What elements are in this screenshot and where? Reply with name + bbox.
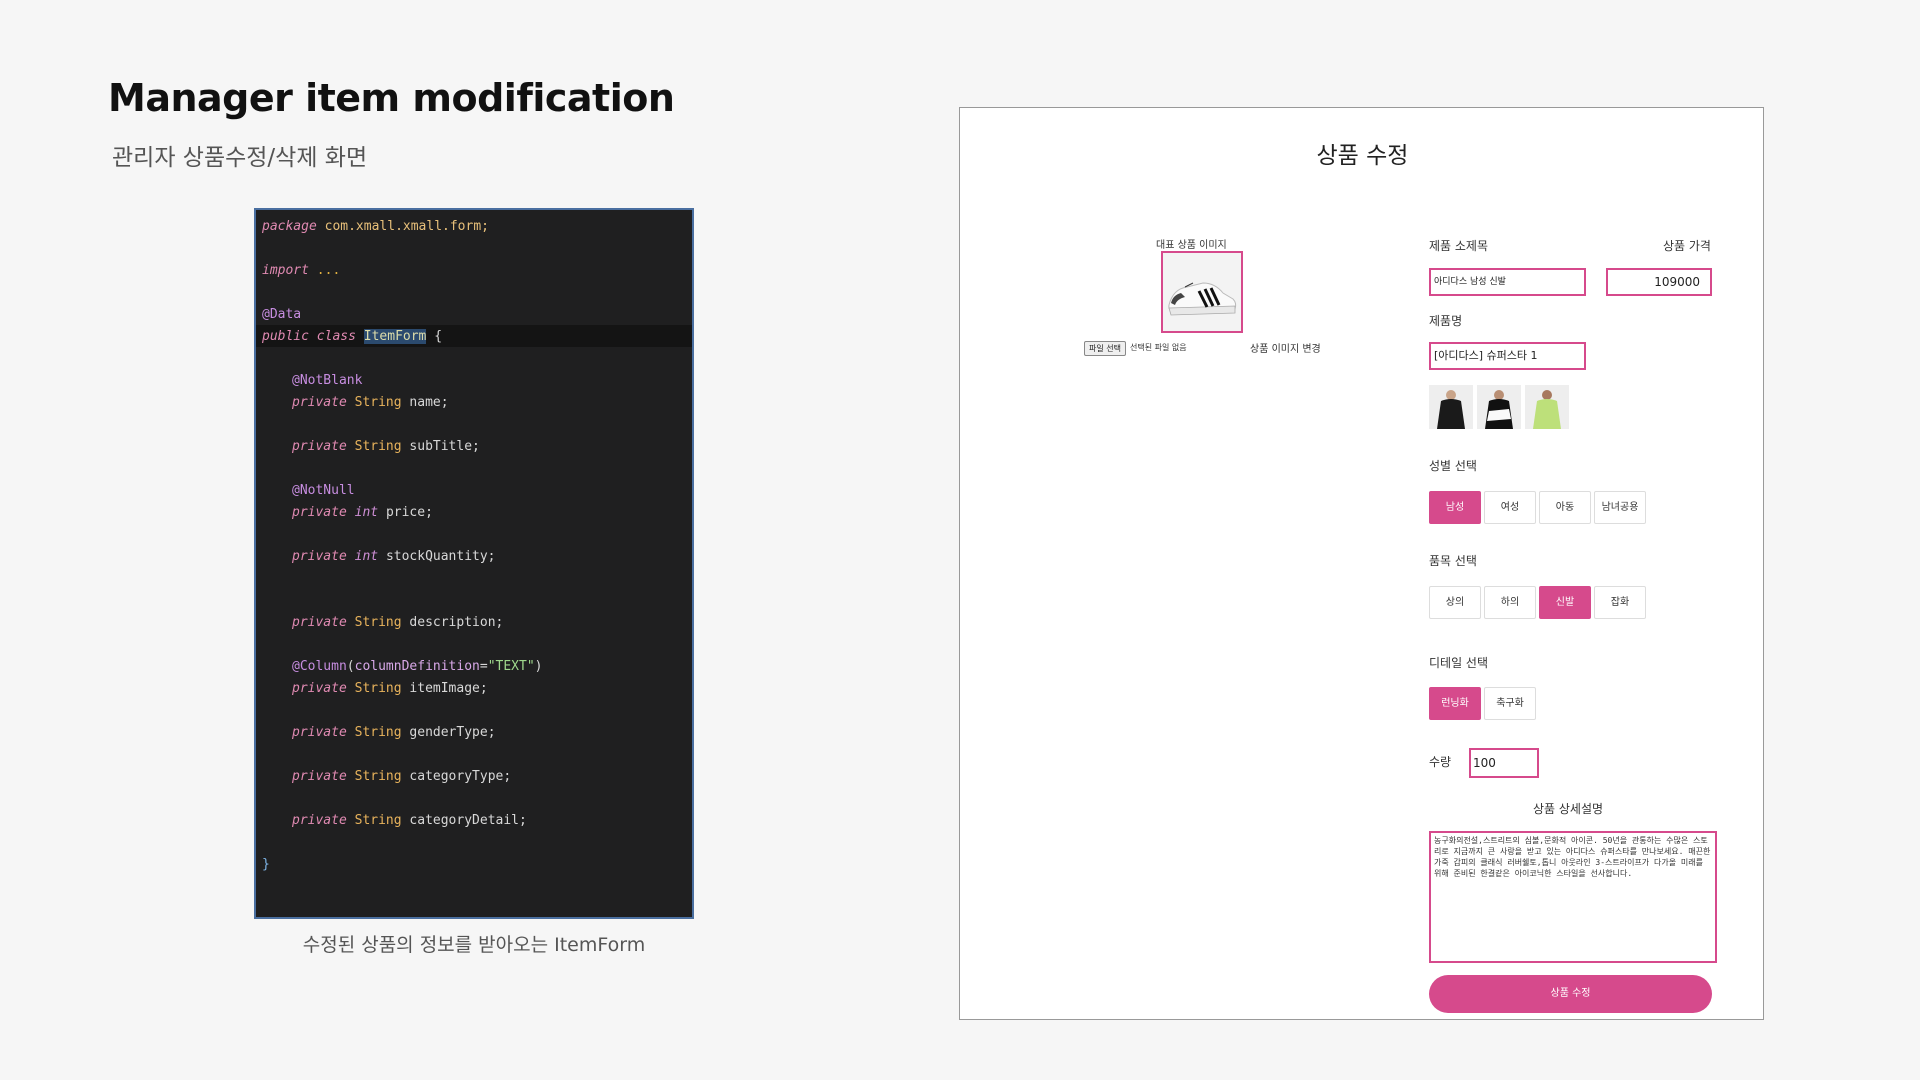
category-option-accessories[interactable]: 잡화: [1594, 586, 1646, 619]
file-status-text: 선택된 파일 없음: [1130, 343, 1187, 352]
change-image-label: 상품 이미지 변경: [1250, 344, 1321, 355]
code-line-import: import ...: [262, 263, 341, 278]
subtitle-input[interactable]: 아디다스 남성 신발: [1429, 268, 1586, 296]
quantity-label: 수량: [1429, 755, 1452, 769]
detail-option-soccer[interactable]: 축구화: [1484, 687, 1536, 720]
category-option-tops[interactable]: 상의: [1429, 586, 1481, 619]
code-line-field-subtitle: private String subTitle;: [292, 439, 480, 454]
category-option-bottoms[interactable]: 하의: [1484, 586, 1536, 619]
code-line-close-brace: }: [262, 857, 270, 872]
description-textarea[interactable]: 농구화의전설,스트리트의 심볼,문화적 아이콘. 50년을 관통하는 수많은 스…: [1429, 831, 1717, 963]
code-line-column-annotation: @Column(columnDefinition="TEXT"): [292, 659, 543, 674]
black-jacket-image: [1429, 385, 1473, 429]
code-line-field-itemimage: private String itemImage;: [292, 681, 488, 696]
code-line-field-detail: private String categoryDetail;: [292, 813, 527, 828]
code-line-field-description: private String description;: [292, 615, 504, 630]
code-line-field-category: private String categoryType;: [292, 769, 512, 784]
detail-option-running[interactable]: 런닝화: [1429, 687, 1481, 720]
subtitle-label: 제품 소제목: [1429, 239, 1489, 253]
item-edit-form-panel: 상품 수정 대표 상품 이미지 파일 선택 선택된 파일 없음 상품 이미지 변…: [959, 107, 1764, 1020]
code-editor-panel: package com.xmall.xmall.form; import ...…: [254, 208, 694, 919]
description-label: 상품 상세설명: [1533, 802, 1604, 816]
code-line-field-price: private int price;: [292, 505, 433, 520]
gender-option-unisex[interactable]: 남녀공용: [1594, 491, 1646, 524]
code-line-field-gender: private String genderType;: [292, 725, 496, 740]
green-jacket-image: [1525, 385, 1569, 429]
gender-option-kids[interactable]: 아동: [1539, 491, 1591, 524]
thumbnail-2[interactable]: [1477, 385, 1521, 429]
slide-subtitle: 관리자 상품수정/삭제 화면: [112, 145, 368, 171]
code-line-notblank: @NotBlank: [292, 373, 363, 388]
form-title: 상품 수정: [1316, 143, 1409, 169]
thumbnail-3[interactable]: [1525, 385, 1569, 429]
category-label: 품목 선택: [1429, 554, 1477, 568]
code-caption: 수정된 상품의 정보를 받아오는 ItemForm: [302, 934, 646, 956]
quantity-input[interactable]: 100: [1469, 748, 1539, 778]
slide-title: Manager item modification: [108, 76, 675, 120]
code-line-field-name: private String name;: [292, 395, 449, 410]
code-line-class-decl: public class ItemForm {: [262, 329, 443, 344]
name-label: 제품명: [1429, 314, 1463, 328]
code-line-data-annotation: @Data: [262, 307, 302, 322]
code-line-notnull: @NotNull: [292, 483, 355, 498]
sneaker-image: [1163, 253, 1241, 331]
name-input[interactable]: [아디다스] 슈퍼스타 1: [1429, 342, 1586, 370]
detail-label: 디테일 선택: [1429, 656, 1489, 670]
price-input[interactable]: 109000: [1606, 268, 1712, 296]
category-option-shoes[interactable]: 신발: [1539, 586, 1591, 619]
gender-label: 성별 선택: [1429, 459, 1477, 473]
main-product-image: [1161, 251, 1243, 333]
code-line-package: package com.xmall.xmall.form;: [262, 219, 489, 234]
black-white-jacket-image: [1477, 385, 1521, 429]
submit-edit-button[interactable]: 상품 수정: [1429, 975, 1712, 1013]
thumbnail-1[interactable]: [1429, 385, 1473, 429]
price-label: 상품 가격: [1663, 239, 1711, 253]
gender-option-male[interactable]: 남성: [1429, 491, 1481, 524]
gender-option-female[interactable]: 여성: [1484, 491, 1536, 524]
main-image-label: 대표 상품 이미지: [1156, 240, 1227, 251]
code-line-field-stock: private int stockQuantity;: [292, 549, 496, 564]
file-select-button[interactable]: 파일 선택: [1084, 341, 1126, 356]
